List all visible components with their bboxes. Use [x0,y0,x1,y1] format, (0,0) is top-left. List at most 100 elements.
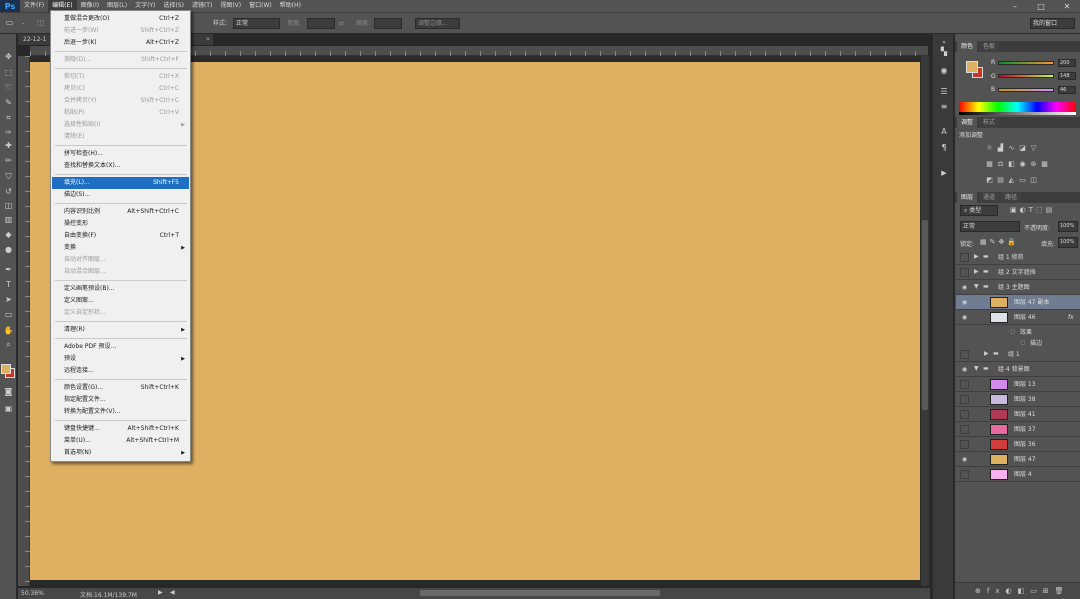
character-icon[interactable]: A [937,126,951,138]
edit-menu-item[interactable]: 自由变换(F) Ctrl+T [52,230,189,242]
edit-menu-item[interactable]: 填充(L)... Shift+F5 [52,177,189,189]
visibility-eye-icon[interactable] [960,350,969,359]
shape-tool-icon[interactable]: ▭ [2,309,15,320]
edit-menu-item[interactable]: 定义画笔预设(B)... [52,283,189,295]
vertical-ruler[interactable] [18,56,30,586]
invert-icon[interactable]: ◩ [985,176,994,184]
tab-overflow-icon[interactable]: » [206,35,210,43]
layer-filter-select[interactable]: ⌕ 类型 [960,205,998,216]
posterize-icon[interactable]: ▤ [996,176,1005,184]
style-select[interactable]: 正常 [233,18,280,29]
refine-edge-button[interactable]: 调整边缘... [415,18,460,29]
tab-channels[interactable]: 通道 [979,192,1000,203]
marquee-tool-icon[interactable]: ⬚ [2,67,15,78]
channel-r-slider[interactable] [998,61,1054,65]
gradient-tool-icon[interactable]: ▥ [2,214,15,225]
layer-row[interactable]: ◌ 效果 [956,325,1080,336]
visibility-eye-icon[interactable] [960,395,969,404]
tab-swatches[interactable]: 色板 [979,41,1000,52]
layer-row[interactable]: 图层 4 [956,467,1080,482]
edit-menu-item[interactable]: 定义图案... [52,295,189,307]
quick-mask-icon[interactable]: ◙ [2,386,15,397]
color-lookup-icon[interactable]: ▩ [1040,160,1049,168]
screen-mode-icon[interactable]: ▣ [2,403,15,414]
selective-color-icon[interactable]: ◫ [1029,176,1038,184]
expand-arrow-icon[interactable]: ▶ [984,350,989,357]
channel-r-value[interactable]: 200 [1058,59,1076,67]
blur-tool-icon[interactable]: ◆ [2,229,15,240]
gradient-map-icon[interactable]: ▭ [1018,176,1027,184]
tab-layers[interactable]: 图层 [957,192,978,203]
foreground-color-swatch[interactable] [966,61,978,73]
layer-filter-icons[interactable]: ▣◐T⬚▤ [1010,206,1055,214]
curves-icon[interactable]: ∿ [1007,144,1016,152]
edit-menu-item[interactable]: 远程连接... [52,365,189,377]
close-button[interactable]: ✕ [1054,0,1080,12]
paragraph-icon[interactable]: ¶ [937,142,951,154]
effect-eye-icon[interactable]: ◌ [1020,339,1025,346]
opacity-field[interactable]: 100% [1058,221,1078,232]
visibility-eye-icon[interactable] [960,410,969,419]
visibility-eye-icon[interactable]: ◉ [960,455,969,464]
brush-presets-icon[interactable]: ≡ [937,101,951,113]
menu-item-8[interactable]: 窗口(W) [245,0,276,12]
layer-row[interactable]: 图层 41 [956,407,1080,422]
tab-color[interactable]: 颜色 [957,41,978,52]
healing-brush-icon[interactable]: ✚ [2,140,15,151]
effect-eye-icon[interactable]: ◌ [1010,328,1015,335]
info-icon[interactable]: ◉ [937,65,951,77]
edit-menu-item[interactable]: 指定配置文件... [52,394,189,406]
collapse-arrow-icon[interactable]: ▼ [974,365,979,372]
visibility-eye-icon[interactable]: ◉ [960,365,969,374]
vibrance-icon[interactable]: ▽ [1029,144,1038,152]
edit-menu-item[interactable]: 预设 ▶ [52,353,189,365]
visibility-eye-icon[interactable] [960,268,969,277]
toolbar-foreground-swatch[interactable] [1,364,11,374]
layer-group-row[interactable]: ◉ ▼ ▬ 组 4 背景图 [956,362,1080,377]
visibility-eye-icon[interactable] [960,253,969,262]
workspace-select[interactable]: 我的窗口 [1030,18,1075,29]
selection-mode-icon[interactable]: ◫ [34,17,47,28]
swap-icon[interactable]: ⇄ [339,18,344,29]
channel-mixer-icon[interactable]: ⊛ [1029,160,1038,168]
tab-styles[interactable]: 样式 [979,117,1000,128]
eraser-tool-icon[interactable]: ◫ [2,200,15,211]
actions-icon[interactable]: ▶ [937,167,951,179]
layer-footer-icons[interactable]: ⊕fx◐◧▭⊞🗑 [975,587,1070,595]
visibility-eye-icon[interactable] [960,380,969,389]
edit-menu-item[interactable]: 查找和替换文本(X)... [52,160,189,172]
visibility-eye-icon[interactable] [960,440,969,449]
info-arrow-icon[interactable]: ▶ [158,589,163,596]
menu-item-7[interactable]: 视图(V) [216,0,245,12]
layer-group-row[interactable]: ▶ ▬ 组 1 [956,347,1080,362]
channel-b-value[interactable]: 46 [1058,86,1076,94]
edit-menu-item[interactable]: Adobe PDF 预设... [52,341,189,353]
hand-tool-icon[interactable]: ✋ [2,325,15,336]
layer-row[interactable]: ◉ 图层 46 fx [956,310,1080,325]
brush-tool-icon[interactable]: ✏ [2,155,15,166]
layer-group-row[interactable]: ▶ ▬ 组 1 修剪 [956,250,1080,265]
type-tool-icon[interactable]: T [2,279,15,290]
tab-adjustments[interactable]: 调整 [957,117,978,128]
tab-paths[interactable]: 路径 [1001,192,1022,203]
visibility-eye-icon[interactable] [960,470,969,479]
layer-row[interactable]: 图层 13 [956,377,1080,392]
edit-menu-item[interactable]: 拼写检查(H)... [52,148,189,160]
lasso-tool-icon[interactable]: ➰ [2,82,15,93]
brightness-icon[interactable]: ☼ [985,144,994,152]
visibility-eye-icon[interactable]: ◉ [960,313,969,322]
properties-icon[interactable]: ☰ [937,86,951,98]
menu-item-6[interactable]: 滤镜(T) [188,0,216,12]
photo-filter-icon[interactable]: ◉ [1018,160,1027,168]
visibility-eye-icon[interactable]: ◉ [960,283,969,292]
layer-row[interactable]: ◉ 图层 47 副本 [956,295,1080,310]
threshold-icon[interactable]: ◭ [1007,176,1016,184]
hue-saturation-icon[interactable]: ▦ [985,160,994,168]
menu-item-0[interactable]: 文件(F) [20,0,48,12]
layer-group-row[interactable]: ◉ ▼ ▬ 组 3 主题图 [956,280,1080,295]
edit-menu-item[interactable]: 菜单(U)... Alt+Shift+Ctrl+M [52,435,189,447]
blend-mode-select[interactable]: 正常 [960,221,1020,232]
edit-menu-item[interactable]: 操控变形 [52,218,189,230]
edit-menu-item[interactable]: 后退一步(K) Alt+Ctrl+Z [52,37,189,49]
fill-field[interactable]: 100% [1058,237,1078,248]
